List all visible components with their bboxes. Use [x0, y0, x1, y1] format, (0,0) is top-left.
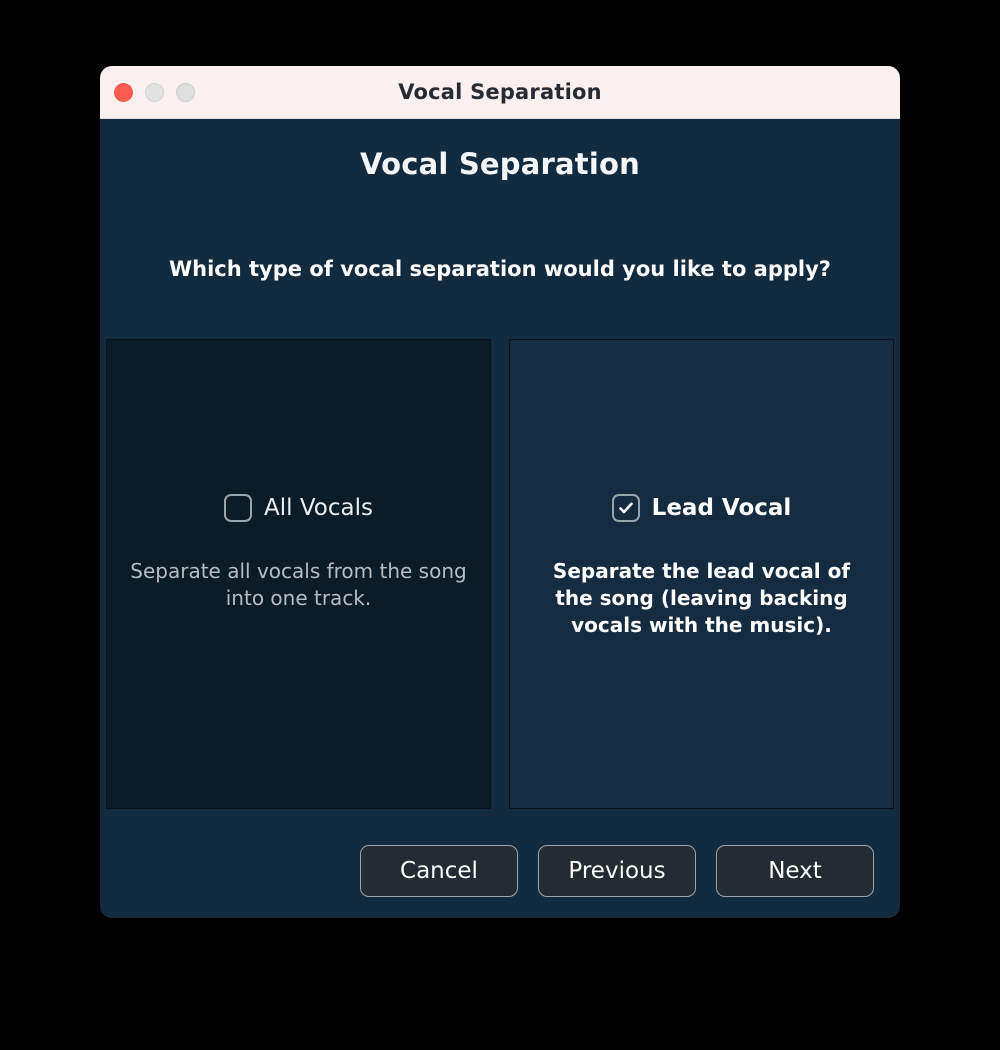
dialog-footer: Cancel Previous Next [100, 845, 900, 918]
prompt-text: Which type of vocal separation would you… [169, 257, 831, 281]
window-titlebar: Vocal Separation [100, 66, 900, 119]
option-description-all-vocals: Separate all vocals from the song into o… [130, 559, 467, 610]
options-container: All Vocals Separate all vocals from the … [106, 339, 894, 809]
next-button[interactable]: Next [716, 845, 874, 897]
vocal-separation-window: Vocal Separation Vocal Separation Which … [100, 66, 900, 918]
checkbox-checked-icon[interactable] [611, 494, 640, 522]
cancel-button[interactable]: Cancel [360, 845, 518, 897]
window-controls [114, 66, 195, 118]
previous-button[interactable]: Previous [538, 845, 696, 897]
choice-row-all-vocals[interactable]: All Vocals [224, 494, 373, 522]
checkbox-unchecked-icon[interactable] [224, 494, 253, 522]
option-card-lead-vocal[interactable]: Lead Vocal Separate the lead vocal of th… [509, 339, 894, 809]
option-label-lead-vocal: Lead Vocal [651, 495, 792, 521]
choice-row-lead-vocal[interactable]: Lead Vocal [611, 494, 792, 522]
option-label-all-vocals: All Vocals [264, 495, 373, 521]
dialog-body: Vocal Separation Which type of vocal sep… [100, 119, 900, 918]
close-button[interactable] [114, 82, 133, 102]
option-description-lead-vocal: Separate the lead vocal of the song (lea… [552, 559, 851, 637]
option-card-all-vocals[interactable]: All Vocals Separate all vocals from the … [106, 339, 491, 809]
zoom-button[interactable] [176, 82, 195, 102]
desktop-backdrop: Vocal Separation Vocal Separation Which … [0, 0, 1000, 1050]
window-title: Vocal Separation [398, 80, 602, 104]
page-title: Vocal Separation [360, 147, 640, 181]
minimize-button[interactable] [145, 82, 164, 102]
